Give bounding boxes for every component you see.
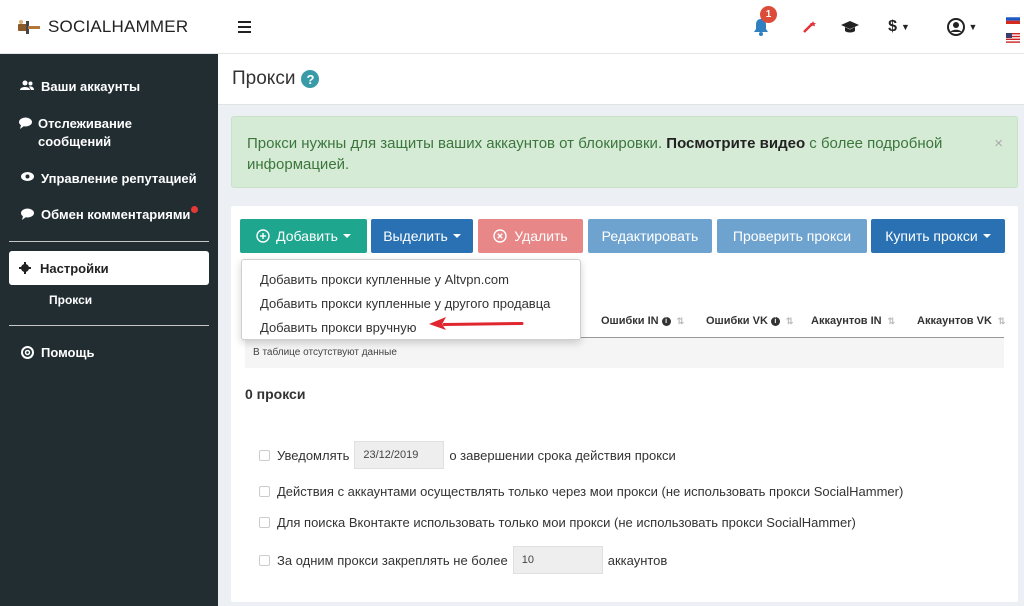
menu-item-add-other-seller[interactable]: Добавить прокси купленные у другого прод…	[242, 291, 580, 315]
notification-badge: 1	[760, 6, 777, 23]
edit-button-label: Редактировать	[601, 228, 699, 244]
caret-down-icon	[982, 234, 991, 238]
unread-indicator	[191, 206, 199, 213]
sidebar-item-comment-exchange[interactable]: Обмен комментариями	[19, 206, 199, 224]
column-errors-vk[interactable]: Ошибки VK i ⇅	[706, 315, 793, 327]
sidebar-subitem-proxy[interactable]: Прокси	[49, 293, 92, 307]
chevron-down-icon: ▼	[968, 22, 978, 32]
watch-video-link[interactable]: Посмотрите видео	[666, 135, 805, 152]
sidebar-item-message-tracking[interactable]: Отслеживание сообщений	[19, 115, 169, 151]
sidebar-item-label: Отслеживание сообщений	[38, 116, 133, 149]
notifications-button[interactable]: 1	[750, 6, 777, 39]
info-icon: i	[661, 316, 671, 326]
option-accounts-limit: За одним прокси закреплять не более 10 а…	[259, 546, 667, 574]
buy-proxy-label: Купить прокси	[885, 228, 978, 244]
info-icon: i	[770, 316, 780, 326]
content-header: Прокси ?	[218, 54, 1024, 105]
check-proxy-button[interactable]: Проверить прокси	[717, 219, 867, 253]
notify-checkbox[interactable]	[259, 449, 270, 461]
option-own-proxy-only: Действия с аккаунтами осуществлять тольк…	[259, 484, 903, 499]
magic-wand-icon	[803, 21, 816, 33]
comment-icon	[19, 115, 32, 129]
column-errors-in[interactable]: Ошибки IN i ⇅	[601, 315, 684, 327]
lifebuoy-icon	[19, 344, 35, 359]
caret-down-icon	[452, 234, 461, 238]
column-accounts-vk[interactable]: Аккаунтов VK ⇅	[917, 315, 1005, 327]
edit-button[interactable]: Редактировать	[588, 219, 712, 253]
sidebar-item-label: Настройки	[40, 260, 109, 276]
column-accounts-in[interactable]: Аккаунтов IN ⇅	[811, 315, 895, 327]
sidebar-item-label: Помощь	[41, 345, 95, 360]
check-proxy-label: Проверить прокси	[732, 228, 852, 244]
limit-value-field[interactable]: 10	[512, 546, 603, 574]
sort-icon: ⇅	[997, 315, 1006, 326]
page-title-text: Прокси	[232, 68, 296, 89]
us-flag-icon[interactable]	[1006, 33, 1020, 43]
sidebar-divider	[9, 241, 209, 242]
logo-area[interactable]: SOCIALHAMMER	[0, 0, 218, 54]
eye-icon	[19, 170, 35, 181]
sidebar-item-accounts[interactable]: Ваши аккаунты	[19, 78, 140, 96]
caret-down-icon	[342, 234, 351, 238]
comments-icon	[19, 206, 35, 220]
select-button[interactable]: Выделить	[371, 219, 473, 253]
add-button-label: Добавить	[276, 228, 338, 244]
sidebar-item-label: Обмен комментариями	[41, 207, 191, 222]
plus-circle-icon	[256, 229, 270, 243]
magic-wand-button[interactable]	[800, 15, 818, 39]
sidebar-item-label: Ваши аккаунты	[41, 79, 141, 94]
delete-button-label: Удалить	[514, 228, 568, 244]
graduation-cap-icon	[841, 21, 859, 33]
sidebar-item-settings[interactable]: Настройки	[9, 251, 209, 285]
delete-button[interactable]: Удалить	[478, 219, 583, 253]
select-button-label: Выделить	[383, 228, 448, 244]
sort-icon: ⇅	[887, 315, 896, 326]
info-alert: Прокси нужны для защиты ваших аккаунтов …	[231, 116, 1018, 188]
proxy-count: 0 прокси	[245, 386, 306, 402]
table-empty-row: В таблице отсутствуют данные	[245, 338, 1004, 368]
option-vk-search: Для поиска Вконтакте использовать только…	[259, 515, 856, 530]
currency-menu[interactable]: $ ▼	[886, 15, 912, 39]
own-proxy-checkbox[interactable]	[259, 486, 270, 497]
hammer-logo-icon	[18, 19, 40, 34]
menu-item-add-altvpn[interactable]: Добавить прокси купленные у Altvpn.com	[242, 267, 580, 291]
vk-search-checkbox[interactable]	[259, 517, 270, 528]
sidebar-item-label: Управление репутацией	[41, 171, 197, 186]
language-switcher[interactable]	[1005, 13, 1021, 52]
app-name: SOCIALHAMMER	[48, 16, 189, 36]
option-notify-expiry: Уведомлять 23/12/2019 о завершении срока…	[259, 441, 676, 469]
education-button[interactable]	[840, 15, 860, 39]
russian-flag-icon[interactable]	[1005, 13, 1021, 24]
menu-toggle-icon[interactable]	[238, 21, 251, 33]
users-icon	[19, 78, 35, 91]
sidebar: Ваши аккаунты Отслеживание сообщений Упр…	[0, 54, 218, 606]
sidebar-item-reputation[interactable]: Управление репутацией	[19, 170, 197, 188]
close-icon[interactable]: ×	[994, 133, 1003, 154]
sidebar-item-help[interactable]: Помощь	[19, 344, 94, 362]
gear-icon	[19, 262, 31, 274]
add-dropdown-menu: Добавить прокси купленные у Altvpn.com Д…	[241, 259, 581, 340]
limit-checkbox[interactable]	[259, 554, 270, 566]
user-menu[interactable]: ▼	[942, 15, 982, 39]
red-arrow-annotation	[429, 317, 524, 330]
add-button[interactable]: Добавить	[240, 219, 367, 253]
notify-date-field[interactable]: 23/12/2019	[354, 441, 445, 469]
sidebar-divider	[9, 325, 209, 326]
menu-item-add-manually[interactable]: Добавить прокси вручную	[242, 315, 580, 339]
dollar-icon: $	[888, 18, 897, 35]
top-navbar: 1 $ ▼ ▼	[218, 0, 1024, 54]
sort-icon: ⇅	[676, 315, 685, 326]
times-circle-icon	[493, 229, 507, 243]
page-title: Прокси ?	[232, 68, 320, 90]
sort-icon: ⇅	[785, 315, 794, 326]
buy-proxy-button[interactable]: Купить прокси	[871, 219, 1005, 253]
question-circle-icon[interactable]: ?	[301, 70, 320, 88]
alert-text: Прокси нужны для защиты ваших аккаунтов …	[247, 135, 663, 152]
chevron-down-icon: ▼	[900, 22, 910, 32]
user-circle-icon	[946, 18, 965, 36]
